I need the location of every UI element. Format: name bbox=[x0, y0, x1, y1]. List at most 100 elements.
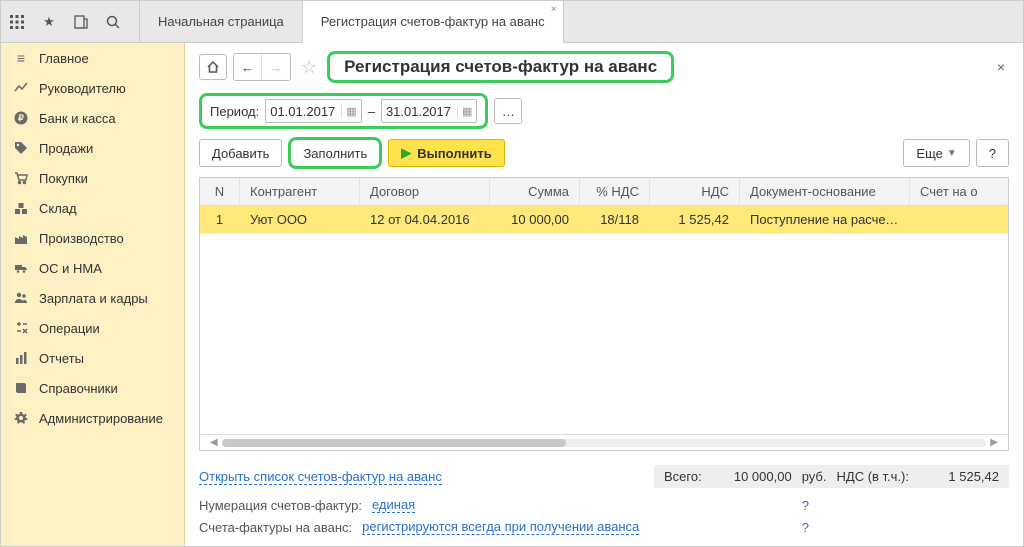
period-label: Период: bbox=[210, 104, 259, 119]
sidebar-item-assets[interactable]: ОС и НМА bbox=[1, 253, 184, 283]
scroll-track[interactable] bbox=[222, 439, 987, 447]
button-label: Выполнить bbox=[417, 146, 491, 161]
sidebar-item-admin[interactable]: Администрирование bbox=[1, 403, 184, 433]
home-button[interactable] bbox=[199, 54, 227, 80]
favorite-star-icon[interactable]: ☆ bbox=[297, 57, 321, 78]
totals-vat-label: НДС (в т.ч.): bbox=[837, 469, 910, 484]
footer-top: Открыть список счетов-фактур на аванс Вс… bbox=[199, 459, 1009, 494]
period-box: Период: 01.01.2017 ▦ – 31.01.2017 ▦ bbox=[199, 93, 488, 129]
cart-icon bbox=[13, 170, 29, 186]
col-account[interactable]: Счет на о bbox=[910, 178, 1000, 205]
totals-vat: 1 525,42 bbox=[919, 469, 999, 484]
tab-start-page[interactable]: Начальная страница bbox=[139, 1, 303, 42]
bars-icon bbox=[13, 350, 29, 366]
totals-unit: руб. bbox=[802, 469, 827, 484]
footer: Открыть список счетов-фактур на аванс Вс… bbox=[185, 451, 1023, 546]
people-icon bbox=[13, 290, 29, 306]
period-picker-button[interactable]: … bbox=[494, 98, 522, 124]
sidebar-item-label: Операции bbox=[39, 321, 100, 336]
sidebar-item-catalogs[interactable]: Справочники bbox=[1, 373, 184, 403]
col-n[interactable]: N bbox=[200, 178, 240, 205]
sidebar-item-label: Продажи bbox=[39, 141, 93, 156]
sidebar-item-label: Производство bbox=[39, 231, 124, 246]
date-from-input[interactable]: 01.01.2017 ▦ bbox=[265, 99, 361, 123]
fill-button[interactable]: Заполнить bbox=[290, 139, 380, 167]
more-button[interactable]: Еще ▼ bbox=[903, 139, 969, 167]
table-row[interactable]: 1 Уют ООО 12 от 04.04.2016 10 000,00 18/… bbox=[200, 206, 1008, 234]
date-to-input[interactable]: 31.01.2017 ▦ bbox=[381, 99, 477, 123]
sidebar-item-main[interactable]: ≡Главное bbox=[1, 43, 184, 73]
sidebar-item-bank[interactable]: ₽ Банк и касса bbox=[1, 103, 184, 133]
star-icon[interactable]: ★ bbox=[41, 14, 57, 30]
date-from-value: 01.01.2017 bbox=[270, 104, 335, 119]
sidebar-item-operations[interactable]: Операции bbox=[1, 313, 184, 343]
open-list-link[interactable]: Открыть список счетов-фактур на аванс bbox=[199, 469, 442, 485]
sidebar-item-warehouse[interactable]: Склад bbox=[1, 193, 184, 223]
sidebar-item-production[interactable]: Производство bbox=[1, 223, 184, 253]
tab-label: Начальная страница bbox=[158, 14, 284, 29]
close-button[interactable]: × bbox=[993, 55, 1009, 79]
cell-contract: 12 от 04.04.2016 bbox=[360, 206, 490, 233]
sidebar-item-manager[interactable]: Руководителю bbox=[1, 73, 184, 103]
close-icon[interactable]: × bbox=[551, 4, 557, 15]
search-icon[interactable] bbox=[105, 14, 121, 30]
help-button[interactable]: ? bbox=[976, 139, 1009, 167]
sidebar-item-sales[interactable]: Продажи bbox=[1, 133, 184, 163]
scroll-right-icon[interactable]: ▶ bbox=[986, 437, 1002, 448]
cell-vat-pct: 18/118 bbox=[580, 206, 650, 233]
advance-label: Счета-фактуры на аванс: bbox=[199, 520, 352, 535]
add-button[interactable]: Добавить bbox=[199, 139, 282, 167]
cell-basedoc: Поступление на расчет… bbox=[740, 206, 910, 233]
apps-icon[interactable] bbox=[9, 14, 25, 30]
numbering-line: Нумерация счетов-фактур: единая ? bbox=[199, 494, 1009, 516]
col-counterparty[interactable]: Контрагент bbox=[240, 178, 360, 205]
sidebar-item-label: Главное bbox=[39, 51, 89, 66]
forward-button[interactable]: → bbox=[262, 54, 290, 80]
table-body: 1 Уют ООО 12 от 04.04.2016 10 000,00 18/… bbox=[200, 206, 1008, 434]
sidebar-item-reports[interactable]: Отчеты bbox=[1, 343, 184, 373]
col-basedoc[interactable]: Документ-основание bbox=[740, 178, 910, 205]
calendar-icon[interactable]: ▦ bbox=[341, 105, 356, 118]
tag-icon bbox=[13, 140, 29, 156]
cell-counterparty: Уют ООО bbox=[240, 206, 360, 233]
totals-label: Всего: bbox=[664, 469, 702, 484]
sidebar-item-purchases[interactable]: Покупки bbox=[1, 163, 184, 193]
horizontal-scrollbar[interactable]: ◀ ▶ bbox=[200, 434, 1008, 450]
content: ← → ☆ Регистрация счетов-фактур на аванс… bbox=[185, 43, 1023, 546]
tabs: Начальная страница Регистрация счетов-фа… bbox=[139, 1, 564, 42]
numbering-link[interactable]: единая bbox=[372, 497, 415, 513]
col-vat[interactable]: НДС bbox=[650, 178, 740, 205]
history-icon[interactable] bbox=[73, 14, 89, 30]
scroll-left-icon[interactable]: ◀ bbox=[206, 437, 222, 448]
period-separator: – bbox=[368, 104, 375, 119]
chevron-down-icon: ▼ bbox=[947, 148, 957, 159]
button-label: Еще bbox=[916, 146, 942, 161]
table-header: N Контрагент Договор Сумма % НДС НДС Док… bbox=[200, 178, 1008, 206]
right-actions: Еще ▼ ? bbox=[903, 139, 1009, 167]
boxes-icon bbox=[13, 200, 29, 216]
advance-link[interactable]: регистрируются всегда при получении аван… bbox=[362, 519, 639, 535]
col-sum[interactable]: Сумма bbox=[490, 178, 580, 205]
back-button[interactable]: ← bbox=[234, 54, 262, 80]
header-bar: ← → ☆ Регистрация счетов-фактур на аванс… bbox=[185, 43, 1023, 89]
action-row: Добавить Заполнить ▶Выполнить Еще ▼ ? bbox=[185, 133, 1023, 177]
sidebar-item-payroll[interactable]: Зарплата и кадры bbox=[1, 283, 184, 313]
col-contract[interactable]: Договор bbox=[360, 178, 490, 205]
tab-registration[interactable]: Регистрация счетов-фактур на аванс × bbox=[303, 1, 564, 43]
chart-icon bbox=[13, 80, 29, 96]
cell-sum: 10 000,00 bbox=[490, 206, 580, 233]
scroll-thumb[interactable] bbox=[222, 439, 566, 447]
col-vat-pct[interactable]: % НДС bbox=[580, 178, 650, 205]
totals: Всего: 10 000,00 руб. НДС (в т.ч.): 1 52… bbox=[654, 465, 1009, 488]
help-link[interactable]: ? bbox=[802, 520, 809, 535]
sidebar-item-label: Склад bbox=[39, 201, 77, 216]
calendar-icon[interactable]: ▦ bbox=[457, 105, 472, 118]
truck-icon bbox=[13, 260, 29, 276]
run-button[interactable]: ▶Выполнить bbox=[388, 139, 504, 167]
button-label: Заполнить bbox=[303, 146, 367, 161]
data-table: N Контрагент Договор Сумма % НДС НДС Док… bbox=[199, 177, 1009, 451]
help-link[interactable]: ? bbox=[802, 498, 809, 513]
date-to-value: 31.01.2017 bbox=[386, 104, 451, 119]
svg-text:₽: ₽ bbox=[18, 113, 24, 123]
sidebar-item-label: Банк и касса bbox=[39, 111, 116, 126]
